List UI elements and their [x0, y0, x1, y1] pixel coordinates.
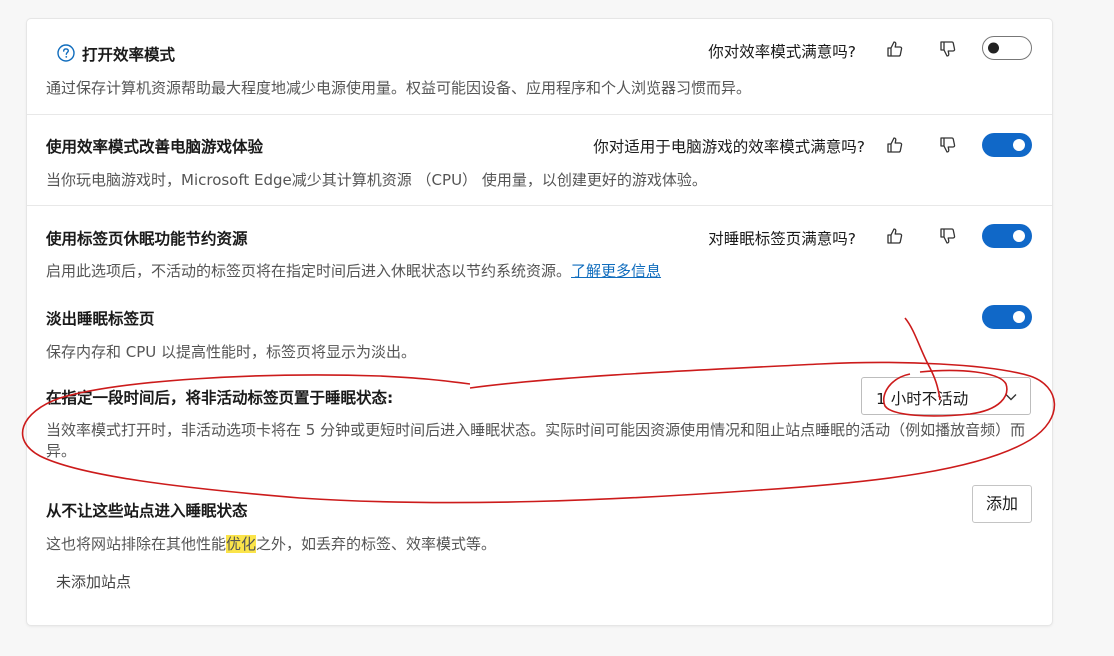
- gaming-feedback-question: 你对适用于电脑游戏的效率模式满意吗?: [593, 138, 865, 156]
- fade-tabs-title: 淡出睡眠标签页: [46, 310, 155, 328]
- thumbs-down-icon[interactable]: [938, 135, 958, 155]
- add-site-button[interactable]: 添加: [972, 485, 1032, 523]
- no-sites-added-label: 未添加站点: [56, 573, 132, 591]
- section-divider: [27, 114, 1052, 115]
- chevron-down-icon: [1005, 394, 1017, 401]
- sleeping-tabs-description: 启用此选项后，不活动的标签页将在指定时间后进入休眠状态以节约系统资源。了解更多信…: [46, 260, 661, 281]
- toggle-knob: [1013, 230, 1025, 242]
- sleep-after-title: 在指定一段时间后，将非活动标签页置于睡眠状态:: [46, 389, 394, 407]
- efficiency-mode-toggle[interactable]: [982, 36, 1032, 60]
- help-circle-icon[interactable]: [57, 44, 75, 62]
- sleeping-tabs-feedback-question: 对睡眠标签页满意吗?: [708, 230, 856, 248]
- fade-tabs-toggle[interactable]: [982, 305, 1032, 329]
- gaming-title: 使用效率模式改善电脑游戏体验: [46, 138, 264, 156]
- gaming-description: 当你玩电脑游戏时，Microsoft Edge减少其计算机资源 （CPU） 使用…: [46, 171, 707, 189]
- sleep-timeout-dropdown[interactable]: 1 小时不活动: [861, 377, 1031, 415]
- sleep-after-description: 当效率模式打开时，非活动选项卡将在 5 分钟或更短时间后进入睡眠状态。实际时间可…: [46, 421, 1026, 460]
- learn-more-link[interactable]: 了解更多信息: [571, 262, 661, 280]
- efficiency-feedback-question: 你对效率模式满意吗?: [708, 43, 856, 61]
- gaming-toggle[interactable]: [982, 133, 1032, 157]
- performance-settings-card: 打开效率模式 你对效率模式满意吗? 通过保存计算机资源帮助最大程度地减少电源使用…: [27, 19, 1052, 625]
- sleeping-tabs-toggle[interactable]: [982, 224, 1032, 248]
- fade-tabs-description: 保存内存和 CPU 以提高性能时，标签页将显示为淡出。: [46, 343, 417, 361]
- sleeping-tabs-title: 使用标签页休眠功能节约资源: [46, 230, 248, 248]
- never-sleep-title: 从不让这些站点进入睡眠状态: [46, 502, 248, 520]
- never-sleep-description: 这也将网站排除在其他性能优化之外，如丢弃的标签、效率模式等。: [46, 533, 496, 554]
- toggle-knob: [988, 42, 999, 54]
- never-sleep-desc-before: 这也将网站排除在其他性能: [46, 535, 227, 553]
- efficiency-mode-title: 打开效率模式: [82, 46, 176, 64]
- never-sleep-desc-after: 之外，如丢弃的标签、效率模式等。: [256, 535, 497, 553]
- sleep-timeout-selected: 1 小时不活动: [876, 390, 969, 408]
- toggle-knob: [1013, 311, 1025, 323]
- efficiency-mode-description: 通过保存计算机资源帮助最大程度地减少电源使用量。权益可能因设备、应用程序和个人浏…: [46, 79, 752, 97]
- highlighted-word: 优化: [226, 535, 257, 553]
- thumbs-down-icon[interactable]: [938, 226, 958, 246]
- thumbs-up-icon[interactable]: [885, 135, 905, 155]
- section-divider: [27, 205, 1052, 206]
- sleeping-tabs-description-text: 启用此选项后，不活动的标签页将在指定时间后进入休眠状态以节约系统资源。: [46, 262, 572, 280]
- thumbs-down-icon[interactable]: [938, 39, 958, 59]
- thumbs-up-icon[interactable]: [885, 226, 905, 246]
- thumbs-up-icon[interactable]: [885, 39, 905, 59]
- toggle-knob: [1013, 139, 1025, 151]
